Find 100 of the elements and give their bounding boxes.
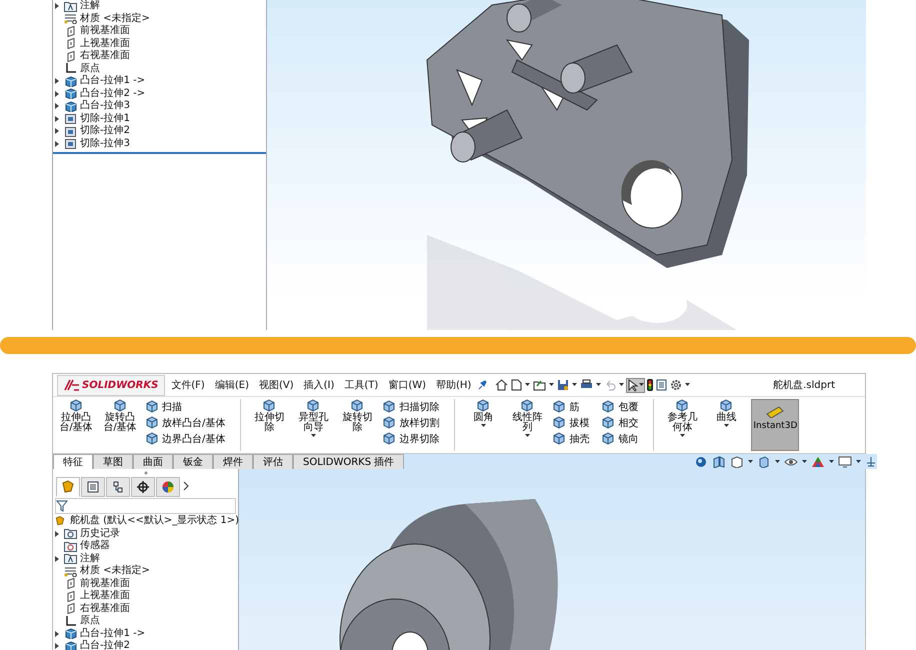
- command-button[interactable]: 旋转凸台/基体: [101, 399, 139, 451]
- expand-arrow-icon[interactable]: [55, 128, 59, 134]
- tree-item[interactable]: 凸台-拉伸3: [80, 100, 130, 112]
- feature-cube-icon: [552, 400, 566, 413]
- expand-arrow-icon[interactable]: [55, 78, 59, 84]
- expand-arrow-icon[interactable]: [55, 103, 59, 110]
- instant3d-button[interactable]: Instant3D: [751, 399, 800, 451]
- tree-item[interactable]: 传感器: [80, 540, 110, 552]
- open-folder-icon[interactable]: [533, 379, 546, 391]
- tree-item[interactable]: 凸台-拉伸2: [80, 640, 130, 650]
- ribbon-tab[interactable]: SOLIDWORKS 插件: [293, 454, 404, 469]
- tree-item[interactable]: 右视基准面: [80, 50, 130, 62]
- eye-icon[interactable]: [784, 456, 798, 468]
- tree-item[interactable]: 原点: [80, 615, 100, 628]
- select-tool-button[interactable]: [627, 378, 644, 392]
- panel-tab[interactable]: [131, 477, 155, 497]
- home-icon[interactable]: [495, 379, 508, 391]
- tree-item[interactable]: 材质 <未指定>: [80, 565, 150, 578]
- expand-arrow-icon[interactable]: [55, 530, 59, 537]
- tree-item[interactable]: 舵机盘 (默认<<默认>_显示状态 1>): [70, 515, 240, 528]
- tree-item[interactable]: 上视基准面: [80, 590, 130, 602]
- tree-item[interactable]: 切除-拉伸3: [80, 138, 130, 150]
- expand-arrow-icon[interactable]: [55, 630, 59, 637]
- tree-item[interactable]: 上视基准面: [80, 38, 130, 50]
- menu-item[interactable]: 插入(I): [300, 378, 338, 392]
- tree-item[interactable]: 前视基准面: [80, 578, 130, 590]
- command-button[interactable]: 线性阵列: [508, 399, 546, 451]
- new-document-icon[interactable]: [511, 379, 522, 391]
- pin-icon[interactable]: [477, 380, 488, 390]
- ribbon-tab[interactable]: 草图: [93, 454, 133, 469]
- command-button[interactable]: 抽壳: [552, 431, 590, 446]
- tree-item[interactable]: 切除-拉伸2: [80, 125, 130, 138]
- ribbon-tab[interactable]: 曲面: [133, 454, 173, 469]
- command-button[interactable]: 筋: [552, 399, 590, 414]
- ribbon-tab[interactable]: 特征: [53, 454, 93, 469]
- menu-item[interactable]: 文件(F): [167, 378, 209, 392]
- appearance-icon[interactable]: [811, 456, 826, 468]
- tree-item[interactable]: 原点: [80, 62, 100, 75]
- filter-field[interactable]: [55, 498, 236, 514]
- tree-item[interactable]: 凸台-拉伸2 ->: [80, 88, 146, 100]
- tree-item[interactable]: 凸台-拉伸1 ->: [80, 75, 146, 88]
- command-button[interactable]: 扫描: [145, 399, 226, 414]
- menu-item[interactable]: 视图(V): [254, 378, 298, 392]
- command-button[interactable]: 拔模: [552, 415, 590, 430]
- command-button[interactable]: 放样凸台/基体: [145, 415, 226, 430]
- command-button[interactable]: 相交: [601, 415, 638, 430]
- ribbon-tab[interactable]: 钣金: [173, 454, 213, 469]
- panel-tab[interactable]: [81, 477, 105, 497]
- command-button[interactable]: 边界切除: [382, 431, 440, 446]
- tree-item[interactable]: 注解: [80, 552, 100, 565]
- tree-item[interactable]: 前视基准面: [80, 25, 130, 38]
- expand-arrow-icon[interactable]: [55, 643, 59, 650]
- expand-arrow-icon[interactable]: [55, 116, 59, 122]
- tree-item[interactable]: 右视基准面: [80, 602, 130, 615]
- feature-cube-icon: [113, 399, 127, 412]
- expand-arrow-icon[interactable]: [55, 3, 59, 10]
- tree-item[interactable]: 注解: [80, 0, 100, 12]
- menu-item[interactable]: 窗口(W): [384, 378, 430, 392]
- material-list-icon: [64, 566, 77, 577]
- expand-arrow-icon[interactable]: [55, 556, 59, 562]
- command-button[interactable]: 镜向: [601, 431, 638, 446]
- print-icon[interactable]: [580, 379, 594, 391]
- traffic-light-icon[interactable]: [647, 379, 654, 391]
- zoom-fit-icon[interactable]: [694, 456, 708, 468]
- menu-item[interactable]: 工具(T): [340, 378, 382, 392]
- command-button[interactable]: 旋转切除: [338, 399, 376, 451]
- list-icon[interactable]: [656, 379, 668, 391]
- caret-icon: [829, 460, 834, 464]
- menu-item[interactable]: 编辑(E): [210, 378, 253, 392]
- sensor-folder-icon: [64, 540, 77, 552]
- command-button[interactable]: 参考几何体: [663, 399, 702, 451]
- settings-icon[interactable]: [670, 379, 682, 391]
- menu-item[interactable]: 帮助(H): [432, 378, 476, 392]
- expand-arrow-icon[interactable]: [55, 90, 59, 97]
- panel-tab[interactable]: [106, 477, 130, 497]
- command-button[interactable]: 曲线: [707, 399, 746, 451]
- command-button[interactable]: 边界凸台/基体: [145, 431, 226, 446]
- command-button[interactable]: 拉伸凸台/基体: [57, 399, 95, 451]
- command-button[interactable]: 扫描切除: [382, 399, 440, 414]
- save-icon[interactable]: [557, 379, 570, 391]
- panel-tab[interactable]: [56, 477, 80, 497]
- tree-item[interactable]: 材质 <未指定>: [80, 12, 150, 25]
- splitter-handle-icon[interactable]: [144, 471, 148, 475]
- expand-arrow-icon[interactable]: [55, 140, 59, 147]
- ribbon-tab[interactable]: 评估: [253, 454, 293, 469]
- feature-cube-icon: [552, 432, 566, 445]
- command-button[interactable]: 拉伸切除: [250, 399, 288, 451]
- tree-item[interactable]: 历史记录: [80, 528, 120, 540]
- tree-item[interactable]: 凸台-拉伸1 ->: [80, 628, 146, 640]
- section-view-icon[interactable]: [712, 456, 726, 468]
- tree-item[interactable]: 切除-拉伸1: [80, 112, 130, 125]
- command-button[interactable]: 放样切割: [382, 415, 440, 430]
- feature-cube-icon: [601, 416, 616, 429]
- command-button[interactable]: 圆角: [464, 399, 502, 451]
- command-button[interactable]: 包覆: [601, 399, 638, 414]
- filter-icon: [56, 500, 68, 512]
- feature-cube-icon: [350, 399, 364, 412]
- ribbon-tab[interactable]: 焊件: [213, 454, 253, 469]
- monitor-icon[interactable]: [838, 456, 852, 468]
- command-button[interactable]: 异型孔向导: [294, 399, 332, 451]
